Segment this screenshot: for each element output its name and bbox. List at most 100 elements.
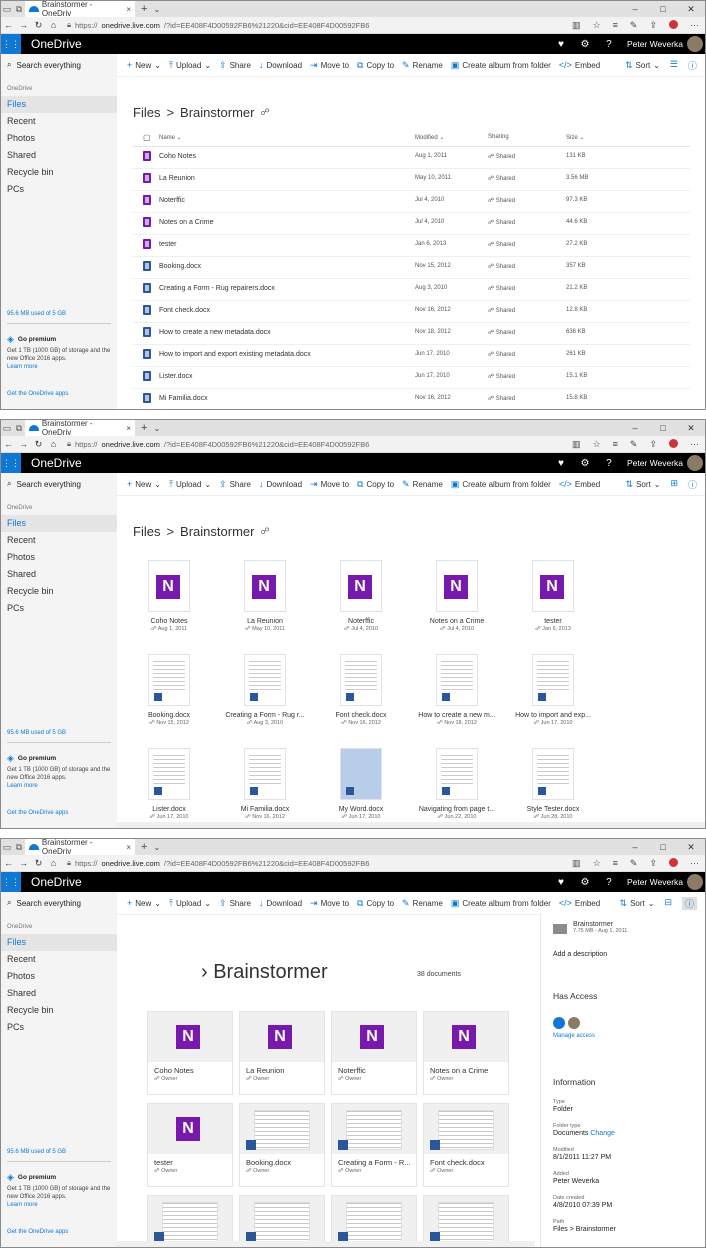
sidebar-item-photos[interactable]: Photos [1,549,117,566]
help-icon[interactable]: ? [597,458,621,469]
refresh-icon[interactable]: ↻ [31,439,46,450]
storage-used-link[interactable]: 95.6 MB used of 5 GB [7,311,66,317]
close-window-icon[interactable]: ✕ [677,839,705,855]
url-field[interactable]: 🔒︎ https://onedrive.live.com/?id=EE408F4… [61,858,572,868]
new-button[interactable]: + New ⌄ [127,60,161,70]
horizontal-scrollbar[interactable] [117,1241,535,1247]
chevron-down-icon[interactable]: ⌄ [153,5,160,14]
file-name[interactable]: Notes on a Crime [159,219,213,226]
share-browser-icon[interactable]: ⇪ [649,20,657,31]
more-icon[interactable]: ··· [690,439,699,450]
notifications-icon[interactable]: ♥ [549,458,573,469]
tile-name[interactable]: My Word.docx [311,806,411,813]
file-name[interactable]: tester [159,241,177,248]
file-tile[interactable]: How to import and exp... ☍ Jun 17, 2010 [503,654,603,726]
column-sharing[interactable]: Sharing [488,134,509,140]
reading-view-icon[interactable]: ▥ [572,20,581,31]
reading-view-icon[interactable]: ▥ [572,439,581,450]
file-thumbnail[interactable] [148,1196,232,1246]
file-thumbnail[interactable] [148,654,190,706]
file-tile[interactable]: Style Tester.docx ☍ Jun 28, 2010 [503,748,603,820]
sidebar-item-recent[interactable]: Recent [1,113,117,130]
file-card[interactable]: Booking.docx ☍ Owner [239,1103,325,1187]
sidebar-item-files[interactable]: Files [1,96,117,113]
tile-name[interactable]: La Reunion [215,618,315,625]
favorites-hub-icon[interactable]: ≡ [613,20,618,31]
file-tile[interactable]: N Notes on a Crime ☍ Jul 4, 2010 [407,560,507,632]
file-tile[interactable]: Booking.docx ☍ Nov 15, 2012 [119,654,219,726]
close-tab-icon[interactable]: × [126,5,131,14]
go-premium[interactable]: ◈ Go premium [7,753,56,764]
sidebar-item-pcs[interactable]: PCs [1,181,117,198]
minimize-icon[interactable]: – [621,1,649,17]
file-tile[interactable]: N Noterffic ☍ Jul 4, 2010 [311,560,411,632]
sort-button[interactable]: ⇅ Sort ⌄ [620,897,655,910]
table-row[interactable]: Booking.docx Nov 15, 2012 ☍ Shared 357 KB [133,256,690,279]
sidebar-item-shared[interactable]: Shared [1,566,117,583]
url-field[interactable]: 🔒︎ https://onedrive.live.com/?id=EE408F4… [61,20,572,30]
breadcrumb-root[interactable]: Files [133,105,160,120]
file-thumbnail[interactable] [332,1196,416,1246]
tile-name[interactable]: Font check.docx [311,712,411,719]
favorite-star-icon[interactable]: ☆ [593,858,601,869]
chevron-down-icon[interactable]: ⌄ [153,424,160,433]
app-launcher-icon[interactable]: ⋮⋮ [1,34,21,54]
maximize-icon[interactable]: □ [649,1,677,17]
file-thumbnail[interactable]: N [148,560,190,612]
avatar[interactable] [687,874,703,890]
tile-name[interactable]: How to import and exp... [503,712,603,719]
table-row[interactable]: Notes on a Crime Jul 4, 2010 ☍ Shared 44.6 … [133,212,690,235]
close-window-icon[interactable]: ✕ [677,420,705,436]
copy-to-button[interactable]: ⧉ Copy to [357,479,394,490]
card-name[interactable]: Creating a Form - R... [332,1154,416,1167]
tab-preview-icon[interactable]: ▭ [1,423,13,434]
maximize-icon[interactable]: □ [649,839,677,855]
copy-to-button[interactable]: ⧉ Copy to [357,60,394,71]
sidebar-item-photos[interactable]: Photos [1,968,117,985]
rename-button[interactable]: ✎ Rename [402,898,443,909]
sidebar-item-pcs[interactable]: PCs [1,600,117,617]
file-thumbnail[interactable] [340,748,382,800]
file-name[interactable]: Noterffic [159,197,185,204]
file-card[interactable]: N La Reunion ☍ Owner [239,1011,325,1095]
card-name[interactable]: Booking.docx [240,1154,324,1167]
download-button[interactable]: ↓ Download [259,898,302,908]
minimize-icon[interactable]: – [621,420,649,436]
browser-tab[interactable]: Brainstormer - OneDriv × [25,1,135,18]
share-browser-icon[interactable]: ⇪ [649,858,657,869]
new-button[interactable]: + New ⌄ [127,479,161,489]
file-thumbnail[interactable]: N [532,560,574,612]
file-thumbnail[interactable] [148,748,190,800]
user-name[interactable]: Peter Weverka [621,877,687,887]
download-button[interactable]: ↓ Download [259,479,302,489]
person-icon[interactable] [553,1017,565,1029]
file-name[interactable]: Font check.docx [159,307,210,314]
learn-more-link[interactable]: Learn more [7,364,38,370]
forward-icon[interactable]: → [16,858,31,868]
new-tab-icon[interactable]: + [141,422,147,434]
app-launcher-icon[interactable]: ⋮⋮ [1,453,21,473]
tile-name[interactable]: tester [503,618,603,625]
breadcrumb-root[interactable]: Files [133,524,160,539]
embed-button[interactable]: </> Embed [559,479,600,489]
go-premium[interactable]: ◈ Go premium [7,334,56,345]
sidebar-item-shared[interactable]: Shared [1,985,117,1002]
app-launcher-icon[interactable]: ⋮⋮ [1,872,21,892]
view-switch-icon[interactable]: ⊟ [664,897,672,910]
tile-name[interactable]: Booking.docx [119,712,219,719]
sort-button[interactable]: ⇅ Sort ⌄ [626,478,661,491]
storage-used-link[interactable]: 95.6 MB used of 5 GB [7,1149,66,1155]
sidebar-item-photos[interactable]: Photos [1,130,117,147]
move-to-button[interactable]: ⇥ Move to [310,479,349,490]
tab-aside-icon[interactable]: ⧉ [13,423,25,434]
file-card[interactable]: N Notes on a Crime ☍ Owner [423,1011,509,1095]
help-icon[interactable]: ? [597,39,621,50]
avatar[interactable] [687,455,703,471]
search-input[interactable]: ⌕ Search everything [1,892,117,914]
tile-name[interactable]: Navigating from page t... [407,806,507,813]
rename-button[interactable]: ✎ Rename [402,60,443,71]
embed-button[interactable]: </> Embed [559,898,600,908]
upload-button[interactable]: ⤒ Upload ⌄ [169,60,211,71]
info-icon[interactable]: ⓘ [688,478,697,491]
tile-name[interactable]: Style Tester.docx [503,806,603,813]
